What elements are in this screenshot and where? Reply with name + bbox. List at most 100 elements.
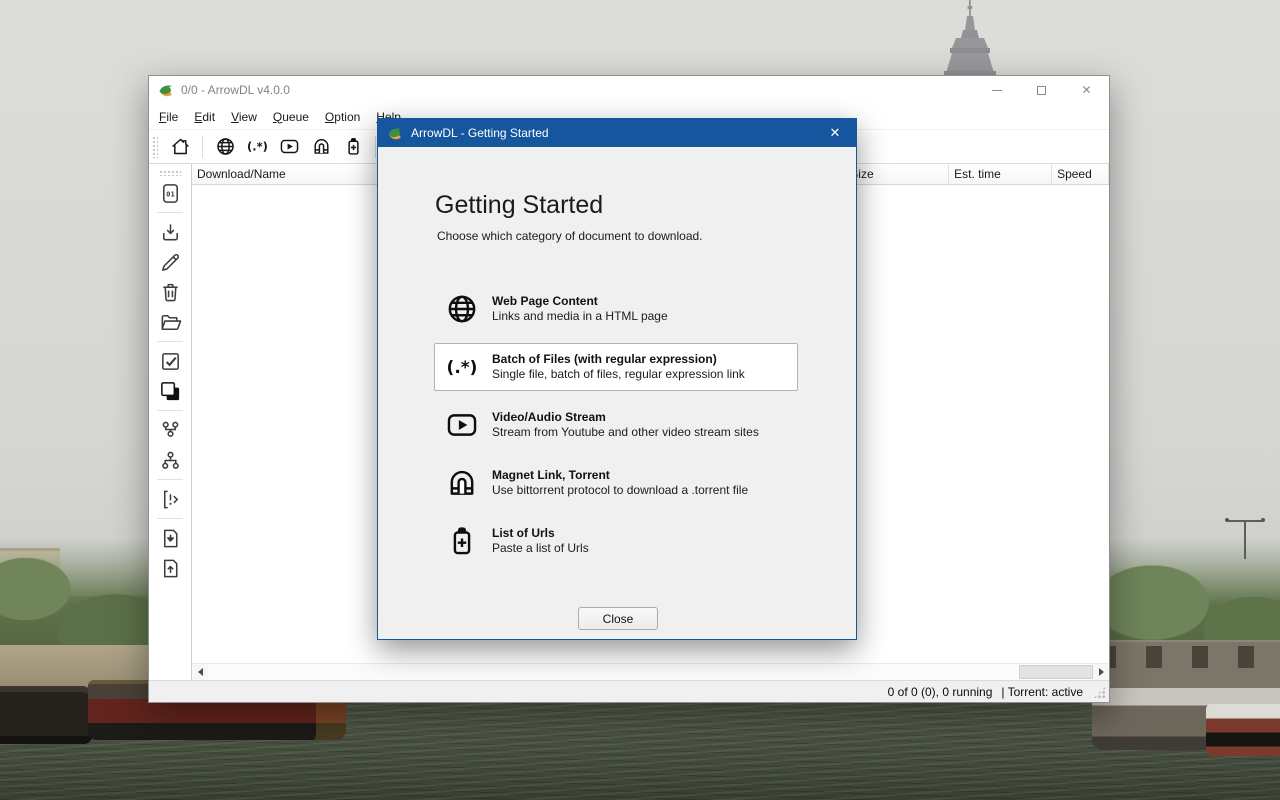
doc-01-icon: 01 <box>159 182 182 205</box>
trash-icon <box>159 281 182 304</box>
main-titlebar[interactable]: 0/0 - ArrowDL v4.0.0 ✕ <box>149 76 1109 104</box>
select-all-icon <box>159 350 182 373</box>
scroll-left-button[interactable] <box>192 664 208 680</box>
scrollbar-thumb[interactable] <box>1019 665 1093 679</box>
regex-icon: (.*) <box>445 350 479 384</box>
dialog-titlebar[interactable]: ArrowDL - Getting Started ✕ <box>378 119 856 147</box>
wallpaper-boat <box>1206 704 1280 756</box>
folder-button[interactable] <box>154 307 186 337</box>
window-controls: ✕ <box>974 76 1109 104</box>
regex-button[interactable]: (.*) <box>242 133 272 161</box>
wallpaper-boat <box>0 686 92 744</box>
url-list-icon <box>445 524 479 558</box>
resize-grip[interactable] <box>1093 686 1106 699</box>
category-item-web-page-content[interactable]: Web Page ContentLinks and media in a HTM… <box>434 285 798 333</box>
column-header-est-time[interactable]: Est. time <box>949 164 1052 184</box>
magnet-button[interactable] <box>306 133 336 161</box>
file-export-button[interactable] <box>154 553 186 583</box>
getting-started-dialog: ArrowDL - Getting Started ✕ Getting Star… <box>377 118 857 640</box>
sidebar-separator <box>157 518 183 519</box>
home-icon <box>169 136 192 157</box>
category-list: Web Page ContentLinks and media in a HTM… <box>434 285 798 575</box>
category-item-title: Web Page Content <box>492 294 668 309</box>
regex-icon: (.*) <box>246 136 269 157</box>
dialog-close-button[interactable]: ✕ <box>814 119 856 147</box>
dialog-title: ArrowDL - Getting Started <box>411 126 806 140</box>
svg-text:(.*): (.*) <box>247 140 268 154</box>
wallpaper-streetlamp <box>1227 520 1263 522</box>
edit-pencil-button[interactable] <box>154 247 186 277</box>
category-item-text: Video/Audio StreamStream from Youtube an… <box>492 410 759 440</box>
file-import-button[interactable] <box>154 523 186 553</box>
invert-selection-button[interactable] <box>154 376 186 406</box>
doc-01-button[interactable]: 01 <box>154 178 186 208</box>
play-icon <box>445 408 479 442</box>
minimize-button[interactable] <box>974 76 1019 104</box>
globe-button[interactable] <box>210 133 240 161</box>
sitemap-button[interactable] <box>154 445 186 475</box>
graph-nodes-button[interactable] <box>154 415 186 445</box>
toolbar-grip[interactable] <box>152 136 158 158</box>
minimize-icon <box>992 90 1002 91</box>
close-icon: ✕ <box>1081 84 1091 96</box>
close-button[interactable]: ✕ <box>1064 76 1109 104</box>
trash-button[interactable] <box>154 277 186 307</box>
statusbar: 0 of 0 (0), 0 running | Torrent: active <box>149 680 1109 702</box>
save-download-button[interactable] <box>154 217 186 247</box>
category-item-description: Links and media in a HTML page <box>492 309 668 324</box>
category-item-batch-of-files-with-regular-expression[interactable]: (.*) Batch of Files (with regular express… <box>434 343 798 391</box>
category-item-text: Magnet Link, TorrentUse bittorrent proto… <box>492 468 748 498</box>
category-item-description: Single file, batch of files, regular exp… <box>492 367 745 382</box>
svg-text:01: 01 <box>166 189 175 198</box>
batch-flag-button[interactable] <box>154 484 186 514</box>
category-item-magnet-link-torrent[interactable]: Magnet Link, TorrentUse bittorrent proto… <box>434 459 798 507</box>
sidebar-separator <box>157 410 183 411</box>
play-button[interactable] <box>274 133 304 161</box>
svg-text:(.*): (.*) <box>447 358 478 378</box>
url-list-button[interactable] <box>338 133 368 161</box>
home-button[interactable] <box>165 133 195 161</box>
play-icon <box>278 136 301 157</box>
category-item-title: Batch of Files (with regular expression) <box>492 352 745 367</box>
sidebar-separator <box>157 479 183 480</box>
category-item-title: List of Urls <box>492 526 589 541</box>
folder-icon <box>159 311 182 334</box>
wallpaper-streetlamp <box>1244 521 1246 559</box>
status-summary: 0 of 0 (0), 0 running <box>888 685 993 699</box>
category-item-video-audio-stream[interactable]: Video/Audio StreamStream from Youtube an… <box>434 401 798 449</box>
sidebar-toolbar: 01 <box>149 164 191 680</box>
scrollbar-track[interactable] <box>208 664 1093 680</box>
maximize-icon <box>1037 86 1046 95</box>
select-all-button[interactable] <box>154 346 186 376</box>
toolbar-separator <box>375 136 376 158</box>
arrowdl-logo-icon <box>387 125 403 141</box>
close-icon: ✕ <box>830 125 841 141</box>
batch-flag-icon <box>159 488 182 511</box>
menu-option[interactable]: Option <box>317 106 368 128</box>
graph-nodes-icon <box>159 419 182 442</box>
menu-queue[interactable]: Queue <box>265 106 317 128</box>
horizontal-scrollbar[interactable] <box>192 663 1109 680</box>
dialog-close-action-button[interactable]: Close <box>578 607 658 630</box>
edit-pencil-icon <box>159 251 182 274</box>
magnet-icon <box>445 466 479 500</box>
category-item-description: Paste a list of Urls <box>492 541 589 556</box>
eiffel-tower-silhouette <box>942 0 998 78</box>
column-header-size[interactable]: Size <box>845 164 949 184</box>
desktop: 0/0 - ArrowDL v4.0.0 ✕ FileEditViewQueue… <box>0 0 1280 800</box>
category-item-title: Video/Audio Stream <box>492 410 759 425</box>
menu-edit[interactable]: Edit <box>186 106 223 128</box>
column-header-speed[interactable]: Speed <box>1052 164 1109 184</box>
file-export-icon <box>159 557 182 580</box>
dialog-subtitle: Choose which category of document to dow… <box>437 229 703 243</box>
scroll-right-button[interactable] <box>1093 664 1109 680</box>
menu-file[interactable]: File <box>151 106 186 128</box>
sidebar-grip[interactable] <box>159 170 181 176</box>
dialog-heading: Getting Started <box>435 191 603 220</box>
sidebar-separator <box>157 341 183 342</box>
menu-view[interactable]: View <box>223 106 265 128</box>
invert-selection-icon <box>159 380 182 403</box>
category-item-list-of-urls[interactable]: List of UrlsPaste a list of Urls <box>434 517 798 565</box>
toolbar-separator <box>202 136 203 158</box>
maximize-button[interactable] <box>1019 76 1064 104</box>
